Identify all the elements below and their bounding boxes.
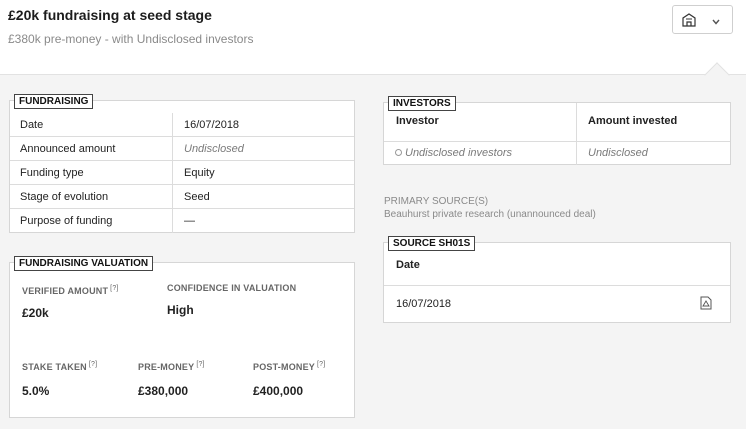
row-label: Stage of evolution — [20, 191, 109, 203]
valuation-panel: FUNDRAISING VALUATION VERIFIED AMOUNT [?]… — [9, 256, 355, 418]
table-row: Stage of evolution Seed — [10, 185, 354, 209]
row-label: Purpose of funding — [20, 215, 113, 227]
source-date: 16/07/2018 — [396, 298, 452, 310]
pdf-document-icon[interactable] — [700, 296, 712, 310]
stake-taken-label: STAKE TAKEN [?] — [22, 361, 98, 372]
row-value: — — [184, 215, 195, 227]
confidence-label: CONFIDENCE IN VALUATION — [167, 283, 297, 293]
valuation-tag: FUNDRAISING VALUATION — [14, 256, 154, 271]
confidence-value: High — [167, 303, 194, 317]
row-label: Announced amount — [20, 143, 116, 155]
verified-amount-value: £20k — [22, 306, 49, 320]
table-row: Date 16/07/2018 — [10, 113, 354, 137]
pre-money-value: £380,000 — [138, 384, 189, 398]
investors-panel: INVESTORS Investor Amount invested Undis… — [383, 96, 731, 165]
help-marker[interactable]: [?] — [110, 285, 118, 292]
help-marker[interactable]: [?] — [196, 361, 204, 368]
investor-amount: Undisclosed — [588, 147, 648, 159]
table-row: Announced amount Undisclosed — [10, 137, 354, 161]
source-panel: SOURCE SH01S Date 16/07/2018 — [383, 236, 731, 323]
chevron-down-icon — [711, 14, 721, 25]
page-subtitle: £380k pre-money - with Undisclosed inves… — [8, 32, 254, 46]
row-value: Seed — [184, 191, 210, 203]
column-header-investor: Investor — [396, 115, 439, 127]
row-value: Undisclosed — [184, 143, 244, 155]
verified-amount-label: VERIFIED AMOUNT [?] — [22, 285, 119, 296]
investor-name[interactable]: Undisclosed investors — [405, 147, 512, 159]
pre-money-label: PRE-MONEY [?] — [138, 361, 205, 372]
investors-tag: INVESTORS — [388, 96, 456, 111]
status-dot-icon — [395, 149, 402, 156]
header: £20k fundraising at seed stage £380k pre… — [0, 0, 746, 75]
building-icon — [681, 12, 697, 28]
column-header-date: Date — [396, 259, 420, 271]
source-tag: SOURCE SH01S — [388, 236, 476, 251]
fundraising-panel: FUNDRAISING Date 16/07/2018 Announced am… — [9, 94, 355, 233]
help-marker[interactable]: [?] — [89, 361, 97, 368]
stake-taken-value: 5.0% — [22, 384, 50, 398]
table-row: Purpose of funding — — [10, 209, 354, 233]
row-label: Date — [20, 119, 44, 131]
row-value: 16/07/2018 — [184, 119, 240, 131]
row-value: Equity — [184, 167, 215, 179]
primary-source-label: PRIMARY SOURCE(S) — [384, 196, 489, 207]
row-label: Funding type — [20, 167, 84, 179]
table-row: Funding type Equity — [10, 161, 354, 185]
primary-source-text: Beauhurst private research (unannounced … — [384, 209, 596, 220]
page-title: £20k fundraising at seed stage — [8, 7, 212, 23]
post-money-value: £400,000 — [253, 384, 304, 398]
actions-dropdown-button[interactable] — [672, 5, 733, 34]
help-marker[interactable]: [?] — [317, 361, 325, 368]
post-money-label: POST-MONEY [?] — [253, 361, 326, 372]
fundraising-tag: FUNDRAISING — [14, 94, 94, 109]
column-header-amount: Amount invested — [588, 115, 678, 127]
